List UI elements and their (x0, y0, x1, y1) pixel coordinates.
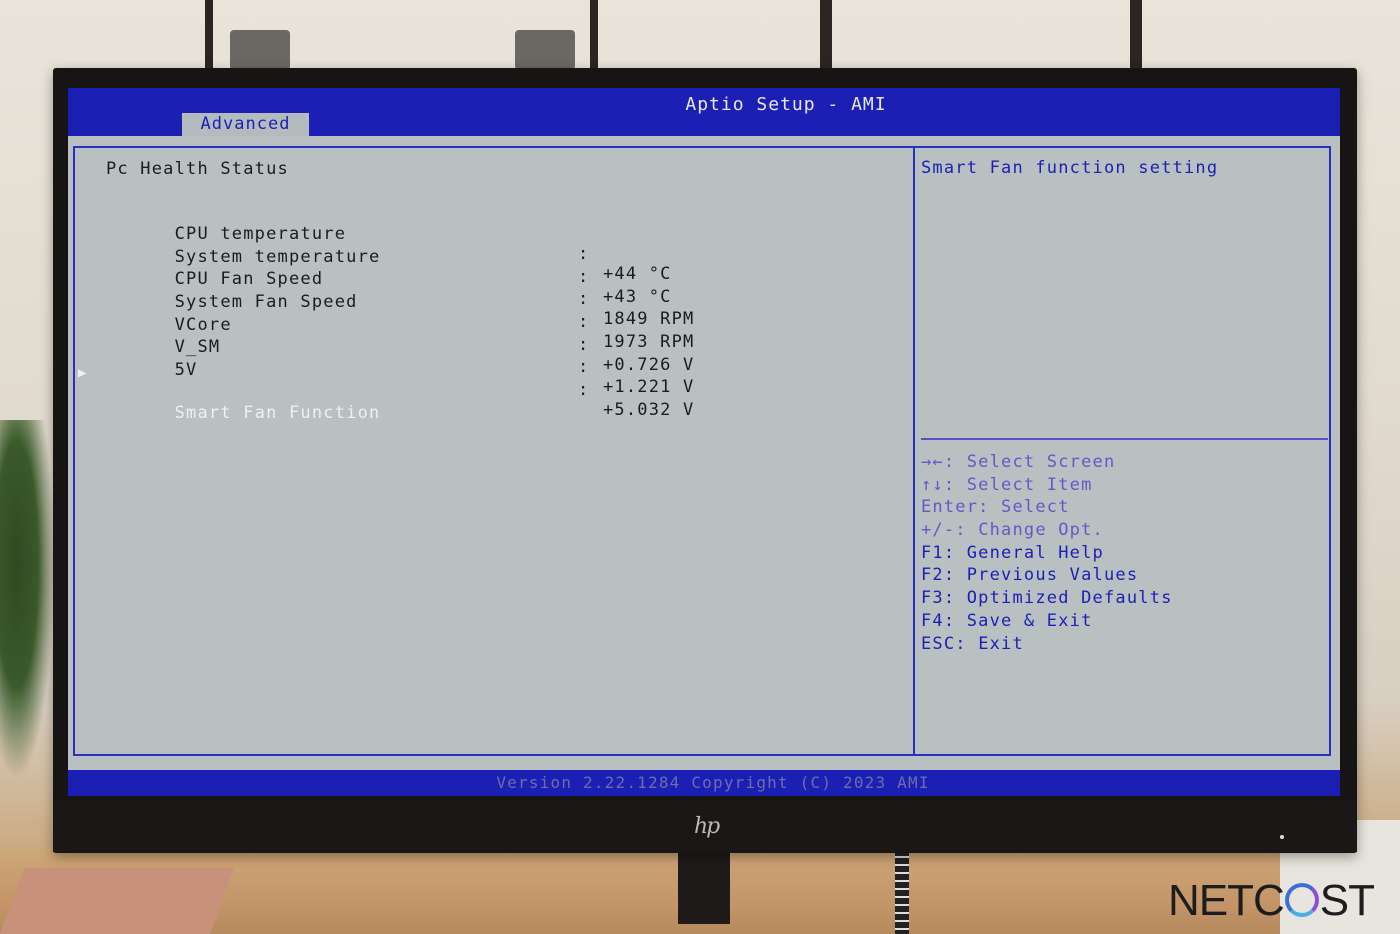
shelf-bracket (590, 0, 598, 70)
cable (895, 850, 909, 934)
bios-status-bar: Version 2.22.1284 Copyright (C) 2023 AMI (68, 770, 1340, 796)
reading-row[interactable]: CPU Fan Speed : 1849 RPM (106, 249, 906, 329)
help-divider (921, 438, 1328, 440)
reading-row[interactable]: System Fan Speed : 1973 RPM (106, 272, 906, 352)
monitor-stand (678, 848, 730, 924)
key-desc: Select (1001, 497, 1070, 518)
key-help-item: ↑↓: Select Item (921, 475, 1173, 498)
key-desc: Save & Exit (966, 610, 1093, 631)
key-help-item: ESC: Exit (921, 634, 1173, 657)
plant-pot (230, 30, 290, 70)
key-label: +/-: (921, 520, 967, 541)
bios-screen: Aptio Setup - AMI Advanced Pc Health Sta… (68, 88, 1340, 796)
key-label: ↑↓: (921, 474, 956, 495)
key-help-item: F3: Optimized Defaults (921, 588, 1173, 611)
shelf-bracket (820, 0, 832, 70)
submenu-label: Smart Fan Function (174, 402, 381, 423)
shelf-bracket (205, 0, 213, 70)
watermark-text-end: ST (1319, 876, 1375, 925)
key-desc: Optimized Defaults (966, 588, 1173, 609)
reading-row[interactable]: CPU temperature : +44 °C (106, 204, 906, 284)
key-desc: Select Screen (966, 452, 1116, 472)
key-help-list: →←: Select Screen ↑↓: Select Item Enter:… (921, 452, 1173, 656)
key-desc: Select Item (966, 474, 1093, 495)
key-desc: Change Opt. (978, 520, 1104, 541)
tab-advanced[interactable]: Advanced (182, 113, 309, 136)
reading-row[interactable]: VCore : +0.726 V (106, 295, 906, 375)
key-label: F1: (921, 542, 956, 563)
reading-row[interactable]: 5V : +5.032 V (106, 340, 906, 420)
key-label: Enter: (921, 497, 990, 518)
key-help-item: F4: Save & Exit (921, 611, 1173, 634)
key-help-item: +/-: Change Opt. (921, 520, 1173, 543)
version-text: Version 2.22.1284 Copyright (C) 2023 AMI (496, 773, 930, 792)
key-label: F3: (921, 588, 956, 609)
key-desc: General Help (966, 542, 1104, 563)
reading-row[interactable]: V_SM : +1.221 V (106, 317, 906, 397)
submenu-arrow-icon: ▶ (78, 364, 88, 381)
key-desc: Exit (978, 633, 1024, 654)
key-label: ESC: (921, 633, 967, 654)
watermark-text-start: NETC (1168, 876, 1285, 925)
key-desc: Previous Values (966, 565, 1139, 586)
reading-row[interactable]: System temperature : +43 °C (106, 227, 906, 307)
key-help-item: Enter: Select (921, 497, 1173, 520)
power-led (1280, 835, 1284, 839)
plant-pot (515, 30, 575, 70)
key-help-item: F1: General Help (921, 543, 1173, 566)
key-help-item: →←: Select Screen (921, 452, 1173, 475)
help-text: Smart Fan function setting (921, 158, 1219, 178)
panel-divider (913, 146, 915, 756)
section-heading: Pc Health Status (106, 159, 289, 179)
bios-title-bar: Aptio Setup - AMI Advanced (68, 88, 1340, 136)
notebook (0, 868, 235, 934)
bios-title: Aptio Setup - AMI (685, 94, 887, 115)
hp-logo: hp (694, 814, 720, 839)
key-label: F2: (921, 565, 956, 586)
key-help-item: F2: Previous Values (921, 565, 1173, 588)
key-label: F4: (921, 610, 956, 631)
health-readings: CPU temperature : +44 °C System temperat… (78, 204, 906, 423)
key-label: →←: (921, 452, 956, 472)
watermark-o-icon (1284, 883, 1319, 917)
shelf-bracket (1130, 0, 1142, 70)
smart-fan-function-item[interactable]: ▶ Smart Fan Function (78, 363, 906, 423)
reading-value: +5.032 V (603, 400, 695, 421)
background-plant (0, 420, 55, 780)
netcost-watermark: NETC ST (1168, 876, 1375, 926)
